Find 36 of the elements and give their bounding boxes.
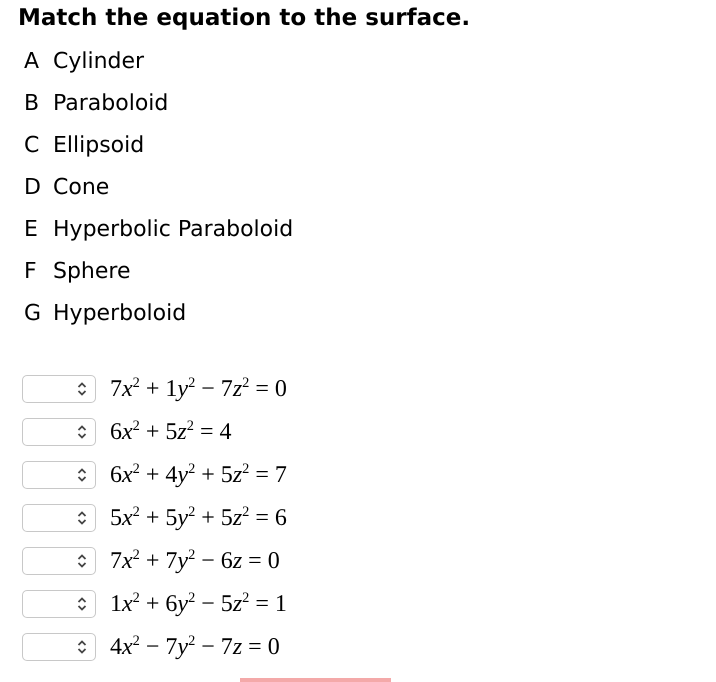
answer-dropdown[interactable] [22,374,96,402]
equation-text: 6x$^{2}$ + 5z$^{2}$ = 4 [110,418,232,446]
option-letter: E [24,216,39,242]
up-down-chevron-icon [77,596,87,612]
option-letter: D [24,174,42,200]
option-letter: C [24,132,40,158]
option-label: Hyperbolic Paraboloid [53,216,294,242]
answer-dropdown[interactable] [22,418,96,446]
answer-dropdown[interactable] [22,590,96,618]
option-label: Hyperboloid [53,300,186,326]
up-down-chevron-icon [77,380,87,396]
up-down-chevron-icon [77,552,87,568]
answer-dropdown[interactable] [22,546,96,574]
option-letter: B [24,90,40,116]
equation-text: 7x$^{2}$ + 7y$^{2}$ − 6z = 0 [110,546,280,574]
option-label: Ellipsoid [53,132,144,158]
option-letter: F [24,258,38,284]
up-down-chevron-icon [77,510,87,526]
option-label: Sphere [53,258,131,284]
equation-text: 1x$^{2}$ + 6y$^{2}$ − 5z$^{2}$ = 1 [110,590,287,618]
answer-dropdown[interactable] [22,504,96,532]
equation-text: 5x$^{2}$ + 5y$^{2}$ + 5z$^{2}$ = 6 [110,504,287,532]
equation-text: 4x$^{2}$ − 7y$^{2}$ − 7z = 0 [110,632,280,660]
up-down-chevron-icon [77,638,87,654]
equation-text: 7x$^{2}$ + 1y$^{2}$ − 7z$^{2}$ = 0 [110,374,287,402]
option-letter: G [24,300,42,326]
question-title: Match the equation to the surface. [17,4,472,32]
option-label: Cone [53,174,110,200]
option-label: Paraboloid [53,90,168,116]
answer-dropdown[interactable] [22,632,96,660]
up-down-chevron-icon [77,424,87,440]
equation-text: 6x$^{2}$ + 4y$^{2}$ + 5z$^{2}$ = 7 [110,460,287,488]
answer-dropdown[interactable] [22,460,96,488]
option-label: Cylinder [53,48,144,74]
option-letter: A [24,48,40,74]
up-down-chevron-icon [77,466,87,482]
